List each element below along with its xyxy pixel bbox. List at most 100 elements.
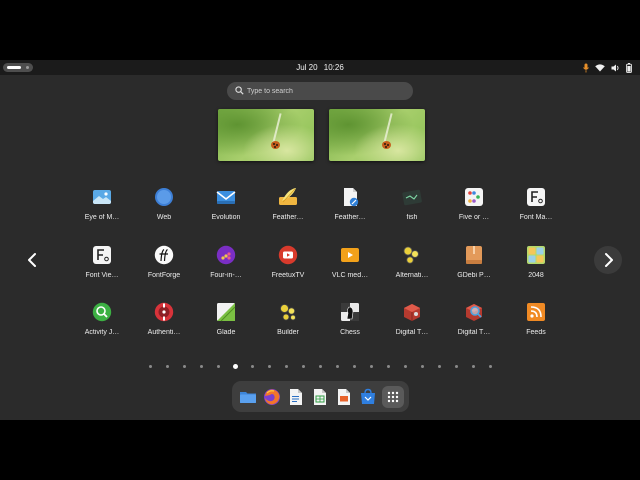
evolution-mail-icon [216,191,236,204]
fontforge-icon [154,245,174,265]
app-tile-authenticator[interactable]: Authenti… [135,296,193,346]
app-tile-four-in-a-row[interactable]: Four-in-… [197,239,255,289]
wallpaper-image [218,109,314,161]
clock[interactable]: Jul 20 10:26 [0,60,640,75]
web-browser-icon [155,188,173,206]
feeds-icon [527,303,545,321]
firefox-icon[interactable] [262,387,282,407]
chevron-left-icon [28,253,36,267]
app-tile-digital-tv-2[interactable]: Digital T… [445,296,503,346]
app-tile-font-manager[interactable]: Font Ma… [507,181,565,231]
app-label: Web [156,214,172,221]
app-tile-builder[interactable]: Builder [259,296,317,346]
app-tile-fontforge[interactable]: FontForge [135,239,193,289]
previous-page-button[interactable] [20,246,44,274]
app-tile-glade[interactable]: Glade [197,296,255,346]
page-dot[interactable] [216,365,220,368]
battery-icon [626,62,632,73]
workspace-thumbnail-2[interactable] [329,109,425,161]
app-label: Feather… [334,214,366,221]
page-dot[interactable] [403,365,407,368]
page-indicator[interactable] [0,364,640,370]
feather-document-icon [344,188,359,207]
page-dot[interactable] [301,365,305,368]
app-tile-chess[interactable]: Chess [321,296,379,346]
app-label: Digital T… [457,329,491,336]
app-label: Font Vie… [85,272,119,279]
freetuxtv-icon [278,245,298,265]
app-tile-evolution[interactable]: Evolution [197,181,255,231]
libreoffice-calc-icon[interactable] [310,387,330,407]
page-dot[interactable] [488,365,492,368]
search-box[interactable] [227,82,413,100]
activity-journal-icon [92,302,112,322]
app-tile-feather-2[interactable]: Feather… [321,181,379,231]
page-dot[interactable] [267,365,271,368]
microphone-icon [583,63,589,72]
page-dot[interactable] [454,365,458,368]
search-input[interactable] [247,84,407,98]
page-dot[interactable] [182,365,186,368]
software-center-icon[interactable] [358,387,378,407]
page-dot[interactable] [352,365,356,368]
page-dot[interactable] [199,365,203,368]
app-label: Chess [340,329,360,336]
page-dot[interactable] [471,365,475,368]
desktop-overview: Jul 20 10:26 Type to search Eye of M… We… [0,60,640,420]
page-dot[interactable] [284,365,288,368]
page-dot[interactable] [165,365,169,368]
page-dot[interactable] [250,365,254,368]
app-tile-freetuxtv[interactable]: FreetuxTV [259,239,317,289]
app-label: Glade [216,329,236,336]
workspace-thumbnail-1[interactable] [218,109,314,161]
app-label: Builder [277,329,299,336]
page-dot[interactable] [148,365,152,368]
page-dot[interactable] [318,365,322,368]
app-label: GDebi P… [457,272,491,279]
app-tile-font-viewer[interactable]: Font Vie… [73,239,131,289]
show-apps-button[interactable] [382,386,404,408]
app-label: Authenti… [147,329,181,336]
font-viewer-icon [93,246,111,264]
app-tile-feather[interactable]: Feather… [259,181,317,231]
system-tray[interactable] [583,62,632,73]
chess-icon [341,303,359,321]
eye-of-gnome-icon [93,190,111,204]
wallpaper-detail [382,141,391,149]
app-tile-digital-tv[interactable]: Digital T… [383,296,441,346]
files-icon[interactable] [238,387,258,407]
page-dot-active[interactable] [232,364,238,369]
page-dot[interactable] [369,365,373,368]
app-label: Activity J… [84,329,120,336]
app-label: Font Ma… [519,214,553,221]
app-label: Alternati… [395,272,429,279]
app-tile-feeds[interactable]: Feeds [507,296,565,346]
app-tile-five-or-more[interactable]: Five or … [445,181,503,231]
libreoffice-writer-icon[interactable] [286,387,306,407]
app-tile-fish[interactable]: fish [383,181,441,231]
app-tile-web[interactable]: Web [135,181,193,231]
libreoffice-impress-icon[interactable] [334,387,354,407]
page-dot[interactable] [437,365,441,368]
wallpaper-detail [271,141,280,149]
page-dot[interactable] [420,365,424,368]
app-tile-gdebi[interactable]: GDebi P… [445,239,503,289]
gdebi-icon [466,246,482,264]
glade-icon [217,303,236,322]
app-label: 2048 [528,272,544,279]
next-page-button[interactable] [594,246,622,274]
digital-tv-icon [404,304,420,321]
app-label: VLC med… [331,272,369,279]
app-label: FreetuxTV [271,272,305,279]
app-tile-2048[interactable]: 2048 [507,239,565,289]
app-label: Four-in-… [210,272,242,279]
page-dot[interactable] [386,365,390,368]
app-label: Digital T… [395,329,429,336]
app-tile-activity-journal[interactable]: Activity J… [73,296,131,346]
app-tile-alternatives[interactable]: Alternati… [383,239,441,289]
app-tile-vlc[interactable]: VLC med… [321,239,379,289]
feather-icon [279,188,297,205]
chevron-right-icon [605,253,613,267]
page-dot[interactable] [335,365,339,368]
app-tile-eye-of-gnome[interactable]: Eye of M… [73,181,131,231]
